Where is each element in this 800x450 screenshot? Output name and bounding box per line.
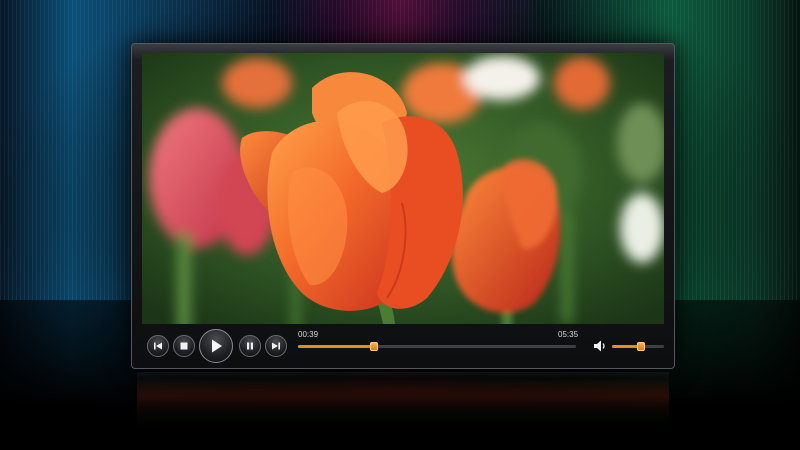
pause-icon: [247, 342, 253, 350]
skip-next-icon: [272, 342, 280, 350]
tulip-video-image: [142, 53, 664, 324]
play-button[interactable]: [199, 329, 233, 363]
stop-button[interactable]: [173, 335, 195, 357]
stop-icon: [180, 342, 188, 350]
next-button[interactable]: [265, 335, 287, 357]
seek-bar[interactable]: [298, 342, 576, 351]
volume-slider[interactable]: [612, 342, 664, 351]
seek-handle[interactable]: [369, 342, 378, 351]
play-icon: [212, 339, 222, 353]
current-time: 00:39: [298, 330, 319, 339]
video-frame[interactable]: [142, 53, 664, 324]
player-reflection: [137, 372, 669, 432]
previous-button[interactable]: [147, 335, 169, 357]
speaker-volume-icon[interactable]: [592, 338, 608, 354]
control-bar: 00:39 05:35: [138, 328, 668, 364]
total-duration: 05:35: [558, 330, 579, 339]
volume-handle[interactable]: [636, 342, 645, 351]
video-player: 00:39 05:35: [131, 43, 675, 369]
seek-progress-fill: [298, 345, 374, 348]
pause-button[interactable]: [239, 335, 261, 357]
skip-previous-icon: [154, 342, 162, 350]
